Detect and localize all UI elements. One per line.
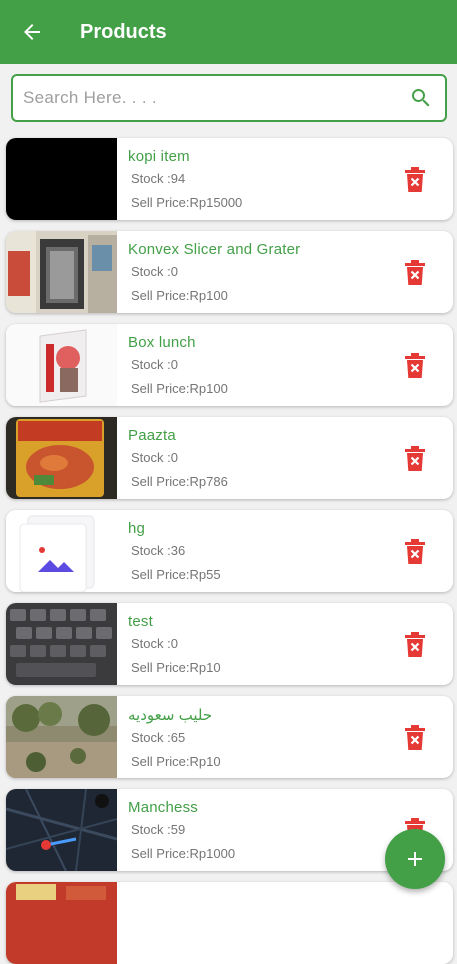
search-box bbox=[11, 74, 447, 122]
product-info: Paazta Stock :0 Sell Price:Rp786 bbox=[128, 427, 228, 489]
delete-icon bbox=[405, 539, 425, 564]
product-name: حليب سعوديه bbox=[128, 707, 213, 724]
product-info: حليب سعوديه Stock :65 Sell Price:Rp10 bbox=[128, 706, 221, 769]
product-price: Sell Price:Rp55 bbox=[131, 567, 221, 582]
product-name: Konvex Slicer and Grater bbox=[128, 241, 301, 258]
search-button[interactable] bbox=[407, 84, 435, 112]
product-price: Sell Price:Rp15000 bbox=[131, 195, 243, 210]
product-stock: Stock :59 bbox=[131, 822, 186, 837]
product-info: Manchess Stock :59 Sell Price:Rp1000 bbox=[128, 799, 235, 861]
product-image bbox=[6, 882, 117, 964]
delete-icon bbox=[405, 167, 425, 192]
product-name: Manchess bbox=[128, 799, 198, 816]
delete-button[interactable] bbox=[403, 353, 427, 379]
add-icon bbox=[408, 852, 422, 866]
product-info: test Stock :0 Sell Price:Rp10 bbox=[128, 613, 221, 675]
product-price: Sell Price:Rp100 bbox=[131, 381, 228, 396]
delete-button[interactable] bbox=[403, 167, 427, 193]
delete-icon bbox=[405, 446, 425, 471]
delete-button[interactable] bbox=[403, 725, 427, 751]
product-stock: Stock :65 bbox=[131, 730, 186, 745]
search-input[interactable] bbox=[23, 88, 407, 108]
product-card[interactable]: Paazta Stock :0 Sell Price:Rp786 bbox=[6, 417, 453, 499]
search-icon bbox=[412, 89, 430, 107]
product-stock: Stock :0 bbox=[131, 264, 178, 279]
delete-icon bbox=[405, 725, 425, 750]
product-price: Sell Price:Rp10 bbox=[131, 754, 221, 769]
delete-button[interactable] bbox=[403, 632, 427, 658]
back-button[interactable] bbox=[0, 0, 64, 64]
product-stock: Stock :0 bbox=[131, 450, 178, 465]
product-info: Konvex Slicer and Grater Stock :0 Sell P… bbox=[128, 241, 300, 303]
product-info: Box lunch Stock :0 Sell Price:Rp100 bbox=[128, 334, 228, 396]
product-card[interactable]: Box lunch Stock :0 Sell Price:Rp100 bbox=[6, 324, 453, 406]
product-name: hg bbox=[128, 520, 146, 537]
product-price: Sell Price:Rp100 bbox=[131, 288, 228, 303]
product-name: Paazta bbox=[128, 427, 176, 444]
app-bar: Products bbox=[0, 0, 457, 64]
product-image bbox=[6, 603, 117, 685]
product-card[interactable] bbox=[6, 882, 453, 964]
page-title: Products bbox=[80, 20, 167, 43]
product-name: Box lunch bbox=[128, 334, 196, 351]
arrow-back-icon bbox=[24, 24, 40, 40]
product-image bbox=[6, 324, 117, 406]
product-card[interactable]: hg Stock :36 Sell Price:Rp55 bbox=[6, 510, 453, 592]
product-name: kopi item bbox=[128, 148, 190, 165]
product-stock: Stock :36 bbox=[131, 543, 186, 558]
delete-button[interactable] bbox=[403, 260, 427, 286]
product-info: hg Stock :36 Sell Price:Rp55 bbox=[128, 520, 221, 582]
delete-icon bbox=[405, 260, 425, 285]
product-image bbox=[6, 696, 117, 778]
product-card[interactable]: test Stock :0 Sell Price:Rp10 bbox=[6, 603, 453, 685]
product-name: test bbox=[128, 613, 153, 630]
product-image bbox=[6, 417, 117, 499]
delete-button[interactable] bbox=[403, 539, 427, 565]
product-card[interactable]: Konvex Slicer and Grater Stock :0 Sell P… bbox=[6, 231, 453, 313]
product-card[interactable]: حليب سعوديه Stock :65 Sell Price:Rp10 bbox=[6, 696, 453, 778]
product-stock: Stock :0 bbox=[131, 636, 178, 651]
product-price: Sell Price:Rp10 bbox=[131, 660, 221, 675]
product-stock: Stock :94 bbox=[131, 171, 186, 186]
product-image bbox=[6, 510, 117, 592]
product-image bbox=[6, 138, 117, 220]
product-card[interactable]: kopi item Stock :94 Sell Price:Rp15000 bbox=[6, 138, 453, 220]
product-image bbox=[6, 789, 117, 871]
delete-button[interactable] bbox=[403, 446, 427, 472]
product-price: Sell Price:Rp786 bbox=[131, 474, 228, 489]
delete-icon bbox=[405, 353, 425, 378]
product-info: kopi item Stock :94 Sell Price:Rp15000 bbox=[128, 148, 242, 210]
product-stock: Stock :0 bbox=[131, 357, 178, 372]
product-price: Sell Price:Rp1000 bbox=[131, 846, 236, 861]
delete-icon bbox=[405, 632, 425, 657]
product-image bbox=[6, 231, 117, 313]
add-product-button[interactable] bbox=[385, 829, 445, 889]
